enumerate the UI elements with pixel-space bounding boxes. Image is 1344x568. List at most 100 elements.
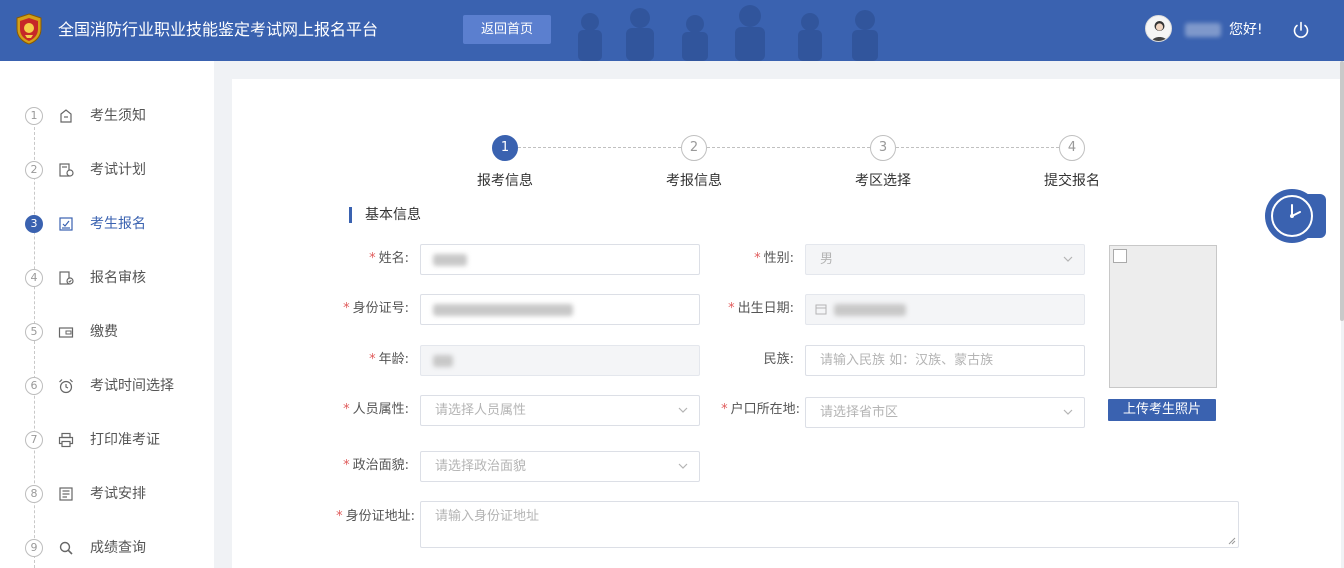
username-redacted xyxy=(1185,23,1221,37)
notice-icon xyxy=(60,109,72,123)
id-number-label: * 身份证号: xyxy=(343,301,409,316)
birth-date-redacted xyxy=(834,304,906,316)
age-label: * 年龄: xyxy=(369,352,409,367)
sidebar-step-number: 6 xyxy=(25,377,43,395)
ethnicity-placeholder: 请输入民族 如：汉族、蒙古族 xyxy=(820,353,994,368)
name-value-redacted xyxy=(433,254,467,266)
sidebar-item-print-admission[interactable]: 7 打印准考证 xyxy=(0,420,214,460)
sidebar-item-label: 报名审核 xyxy=(90,270,146,286)
greeting-text: 您好! xyxy=(1229,22,1263,38)
sidebar-item-candidate-notice[interactable]: 1 考生须知 xyxy=(0,96,214,136)
alarm-clock-icon xyxy=(59,379,73,394)
fire-rescue-emblem-logo xyxy=(16,13,42,45)
floating-clock-icon[interactable] xyxy=(1264,188,1326,244)
sidebar-item-exam-arrangement[interactable]: 8 考试安排 xyxy=(0,474,214,514)
payment-icon xyxy=(58,327,74,338)
gender-label-text: 性别: xyxy=(763,251,794,266)
candidate-photo-placeholder xyxy=(1109,245,1217,388)
sidebar-step-number: 5 xyxy=(25,323,43,341)
ethnicity-field[interactable]: 请输入民族 如：汉族、蒙古族 xyxy=(805,345,1085,376)
chevron-down-icon xyxy=(1063,256,1073,262)
gender-select[interactable]: 男 xyxy=(805,244,1085,275)
sidebar: 1 考生须知 2 考试计划 3 考生报名 4 报名审核 5 缴费 6 考试时间选… xyxy=(0,61,214,568)
ethnicity-label: 民族: xyxy=(763,352,794,367)
name-field[interactable] xyxy=(420,244,700,275)
id-number-field[interactable] xyxy=(420,294,700,325)
step-circle: 1 xyxy=(492,135,518,161)
avatar-icon xyxy=(1151,21,1168,41)
step-label: 考报信息 xyxy=(666,173,722,189)
household-placeholder: 请选择省市区 xyxy=(820,405,899,420)
sidebar-item-label: 考试计划 xyxy=(90,162,146,178)
search-icon xyxy=(59,541,73,555)
header-background-silhouettes xyxy=(578,5,878,61)
step-label: 提交报名 xyxy=(1044,173,1100,189)
id-address-textarea[interactable]: 请输入身份证地址 xyxy=(420,501,1239,548)
site-title: 全国消防行业职业技能鉴定考试网上报名平台 xyxy=(58,20,379,39)
sidebar-item-exam-time[interactable]: 6 考试时间选择 xyxy=(0,366,214,406)
personnel-attr-select[interactable]: 请选择人员属性 xyxy=(420,395,700,426)
power-icon[interactable] xyxy=(1291,20,1311,40)
review-icon xyxy=(59,271,74,285)
step-label: 报考信息 xyxy=(477,173,533,189)
main-content-panel: 1 2 3 4 报考信息 考报信息 考区选择 提交报名 基本信息 * 姓名: * 性… xyxy=(232,79,1341,568)
sidebar-step-number: 8 xyxy=(25,485,43,503)
sidebar-step-number: 4 xyxy=(25,269,43,287)
birth-date-label-text: 出生日期: xyxy=(737,301,794,316)
photo-checkbox[interactable] xyxy=(1113,249,1127,263)
political-select[interactable]: 请选择政治面貌 xyxy=(420,451,700,482)
sidebar-item-label: 成绩查询 xyxy=(90,540,146,556)
step-label: 考区选择 xyxy=(855,173,911,189)
id-number-label-text: 身份证号: xyxy=(352,301,409,316)
printer-icon xyxy=(58,432,74,448)
household-label-text: 户口所在地: xyxy=(730,402,800,417)
birth-date-field[interactable] xyxy=(805,294,1085,325)
upload-photo-button[interactable]: 上传考生照片 xyxy=(1108,399,1216,421)
id-address-placeholder: 请输入身份证地址 xyxy=(435,509,540,524)
sidebar-step-number: 9 xyxy=(25,539,43,557)
chevron-down-icon xyxy=(1063,409,1073,415)
personnel-attr-placeholder: 请选择人员属性 xyxy=(435,403,527,418)
sidebar-step-number: 2 xyxy=(25,161,43,179)
chevron-down-icon xyxy=(678,407,688,413)
sidebar-item-payment[interactable]: 5 缴费 xyxy=(0,312,214,352)
sidebar-item-score-query[interactable]: 9 成绩查询 xyxy=(0,528,214,568)
id-address-label: * 身份证地址: xyxy=(336,509,415,524)
sidebar-item-exam-plan[interactable]: 2 考试计划 xyxy=(0,150,214,190)
step-circle: 2 xyxy=(681,135,707,161)
sidebar-item-label: 考试时间选择 xyxy=(90,378,174,394)
sidebar-item-signup-review[interactable]: 4 报名审核 xyxy=(0,258,214,298)
top-header: 全国消防行业职业技能鉴定考试网上报名平台 返回首页 您好! xyxy=(0,0,1344,61)
step-connector-line xyxy=(707,147,870,148)
plan-icon xyxy=(59,163,74,177)
step-circle: 3 xyxy=(870,135,896,161)
return-home-button[interactable]: 返回首页 xyxy=(463,15,551,44)
sidebar-step-number: 1 xyxy=(25,107,43,125)
sidebar-item-candidate-signup[interactable]: 3 考生报名 xyxy=(0,204,214,244)
user-avatar[interactable] xyxy=(1145,15,1172,42)
sidebar-item-label: 打印准考证 xyxy=(90,432,160,448)
age-redacted xyxy=(433,355,453,367)
sidebar-item-label: 缴费 xyxy=(90,324,118,340)
name-label-text: 姓名: xyxy=(378,251,409,266)
personnel-attr-label: * 人员属性: xyxy=(343,402,409,417)
page-scrollbar[interactable] xyxy=(1340,61,1344,321)
signup-icon xyxy=(59,217,73,231)
sidebar-step-number: 3 xyxy=(25,215,43,233)
birth-date-label: * 出生日期: xyxy=(728,301,794,316)
step-connector-line xyxy=(518,147,681,148)
age-label-text: 年龄: xyxy=(378,352,409,367)
chevron-down-icon xyxy=(678,463,688,469)
resize-grip-icon[interactable] xyxy=(1228,537,1236,545)
household-select[interactable]: 请选择省市区 xyxy=(805,397,1085,428)
section-title-basic-info: 基本信息 xyxy=(349,207,421,223)
id-address-label-text: 身份证地址: xyxy=(345,509,415,524)
sidebar-item-label: 考生报名 xyxy=(90,216,146,232)
household-label: * 户口所在地: xyxy=(721,402,800,417)
step-connector-line xyxy=(896,147,1059,148)
gender-value: 男 xyxy=(820,252,834,267)
political-placeholder: 请选择政治面貌 xyxy=(435,459,527,474)
sidebar-item-label: 考生须知 xyxy=(90,108,146,124)
age-field[interactable] xyxy=(420,345,700,376)
personnel-attr-label-text: 人员属性: xyxy=(352,402,409,417)
